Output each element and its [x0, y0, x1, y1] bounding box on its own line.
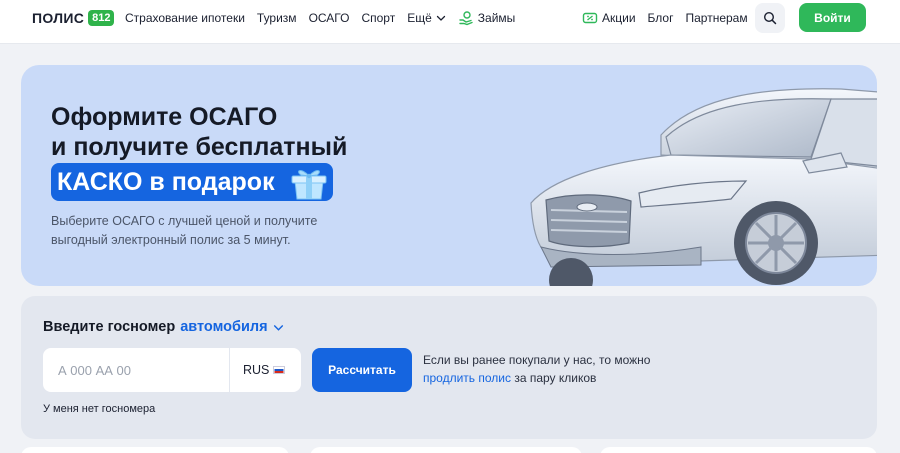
- nav-item-partners[interactable]: Партнерам: [685, 11, 747, 25]
- russia-flag-icon: [273, 366, 286, 374]
- kasko-highlight: КАСКО в подарок: [51, 163, 333, 201]
- nav-item-promo[interactable]: Акции: [582, 10, 636, 26]
- product-card-peek[interactable]: [310, 447, 582, 453]
- nav-item-tourism[interactable]: Туризм: [257, 11, 297, 25]
- kasko-highlight-text: КАСКО в подарок: [57, 167, 275, 196]
- logo-text: ПОЛИС: [32, 10, 85, 26]
- car-illustration: [530, 88, 877, 286]
- hint-text-after: за пару кликов: [514, 371, 597, 385]
- site-logo[interactable]: ПОЛИС 812: [32, 9, 115, 27]
- hero-title: Оформите ОСАГО и получите бесплатный: [51, 102, 347, 162]
- nav-item-loans-label: Займы: [477, 11, 516, 25]
- secondary-nav: Акции Блог Партнерам: [582, 0, 748, 36]
- main-nav: Страхование ипотеки Туризм ОСАГО Спорт Е…: [125, 0, 515, 36]
- nav-item-promo-label: Акции: [602, 11, 636, 25]
- region-field[interactable]: RUS: [230, 348, 301, 392]
- nav-item-sport[interactable]: Спорт: [361, 11, 395, 25]
- form-title-prefix: Введите госномер: [43, 319, 176, 335]
- nav-item-loans[interactable]: Займы: [458, 10, 516, 26]
- hint-text-before: Если вы ранее покупали у нас, то можно: [423, 353, 651, 367]
- form-title: Введите госномер автомобиля: [43, 319, 284, 335]
- nav-item-more-label: Ещё: [407, 11, 432, 25]
- plate-form-card: Введите госномер автомобиля RUS Рассчита…: [21, 296, 877, 439]
- renew-hint: Если вы ранее покупали у нас, то можно п…: [423, 351, 683, 387]
- nav-item-more[interactable]: Ещё: [407, 11, 446, 25]
- region-label: RUS: [243, 363, 270, 377]
- product-card-peek[interactable]: [600, 447, 877, 453]
- loans-hand-icon: [459, 11, 473, 26]
- top-header: ПОЛИС 812 Страхование ипотеки Туризм ОСА…: [0, 0, 900, 44]
- chevron-down-icon: [436, 15, 445, 21]
- logo-badge: 812: [88, 10, 115, 26]
- login-button[interactable]: Войти: [799, 3, 866, 32]
- hero-title-line2: и получите бесплатный: [51, 133, 348, 161]
- vehicle-type-select[interactable]: автомобиля: [180, 319, 267, 335]
- product-card-peek[interactable]: [21, 447, 289, 453]
- hero-subtitle: Выберите ОСАГО с лучшей ценой и получите…: [51, 214, 318, 247]
- renew-policy-link[interactable]: продлить полис: [423, 371, 511, 385]
- nav-item-mortgage[interactable]: Страхование ипотеки: [125, 11, 245, 25]
- hero-title-line1: Оформите ОСАГО: [51, 103, 278, 131]
- calculate-button[interactable]: Рассчитать: [312, 348, 412, 392]
- nav-item-osago[interactable]: ОСАГО: [309, 11, 350, 25]
- chevron-down-icon[interactable]: [273, 322, 284, 333]
- hero-banner[interactable]: Оформите ОСАГО и получите бесплатный КАС…: [21, 65, 877, 286]
- search-icon: [763, 11, 777, 25]
- gift-icon: [291, 170, 327, 200]
- no-plate-link[interactable]: У меня нет госномера: [43, 403, 155, 415]
- plate-number-input[interactable]: [43, 348, 229, 392]
- vehicle-type-label: автомобиля: [180, 319, 268, 335]
- nav-item-blog[interactable]: Блог: [648, 11, 674, 25]
- promo-ticket-icon: [582, 12, 598, 24]
- search-button[interactable]: [755, 3, 785, 33]
